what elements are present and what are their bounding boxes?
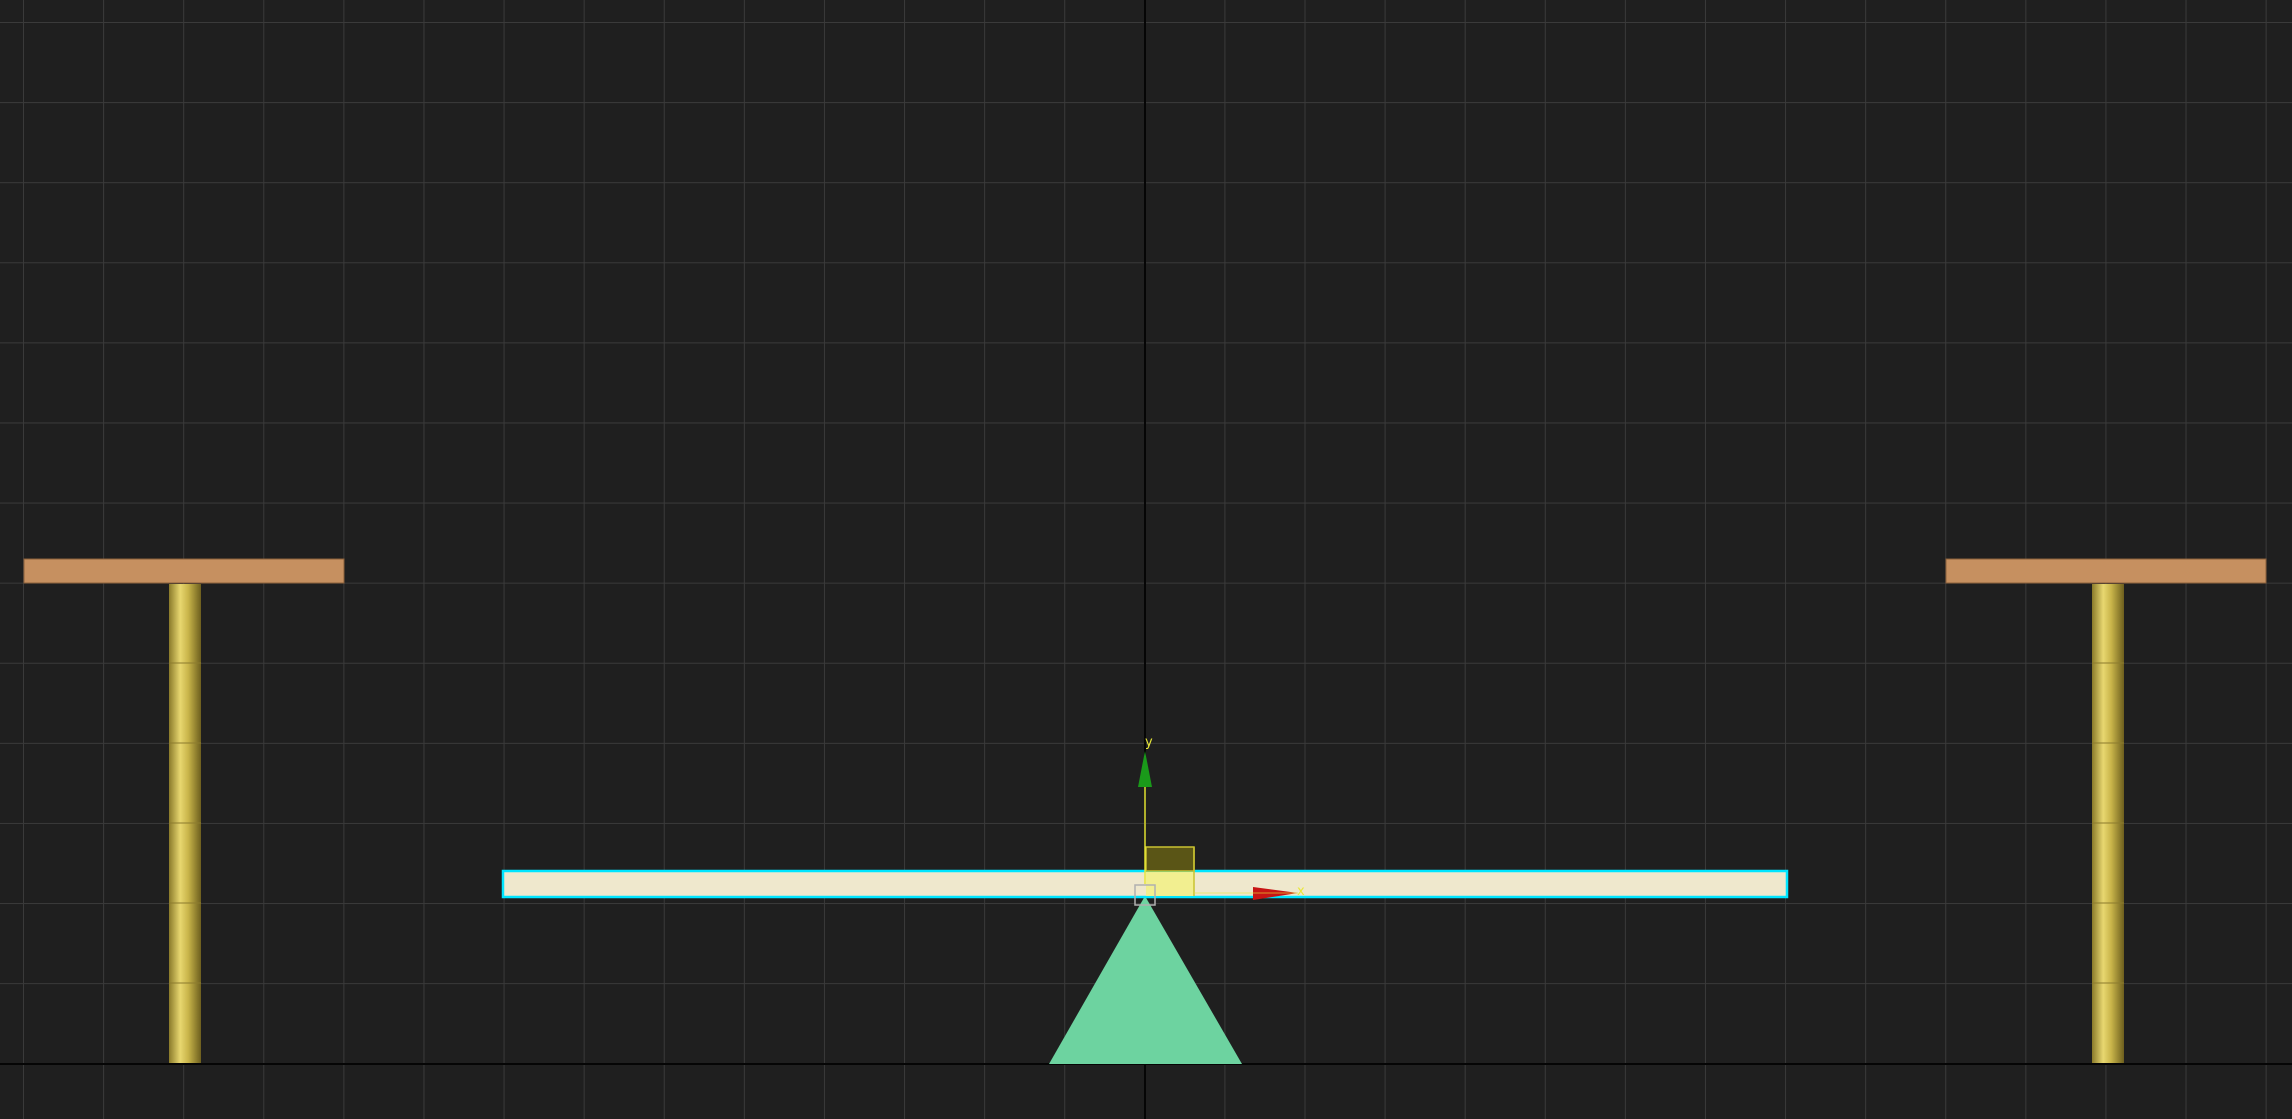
right-table-top[interactable]: [1945, 558, 2267, 584]
gizmo-plane-handle-lower[interactable]: [1146, 872, 1194, 896]
fulcrum-triangle[interactable]: [1049, 896, 1242, 1064]
right-table[interactable]: [1945, 558, 2267, 1063]
gizmo-plane-handle-upper[interactable]: [1145, 846, 1195, 872]
gizmo-y-arrow-icon[interactable]: [1138, 751, 1152, 787]
left-table-top[interactable]: [23, 558, 345, 584]
gizmo-x-label: x: [1297, 884, 1305, 899]
gizmo-y-label: y: [1145, 735, 1153, 750]
scene: y x: [0, 0, 2292, 1119]
3d-viewport[interactable]: y x: [0, 0, 2292, 1119]
left-table[interactable]: [23, 558, 345, 1063]
